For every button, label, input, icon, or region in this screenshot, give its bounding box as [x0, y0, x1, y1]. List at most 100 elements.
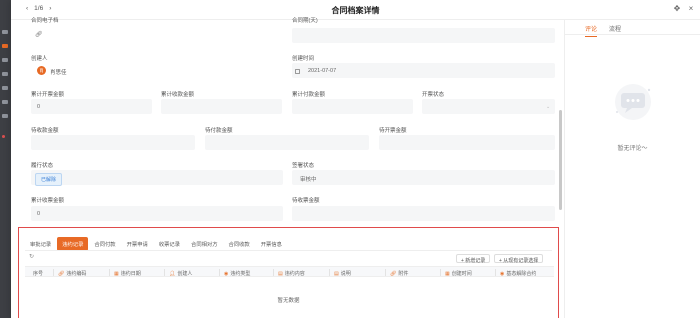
paperclip-icon[interactable]: 🔗︎: [35, 31, 43, 38]
pending-payment-field[interactable]: [205, 135, 369, 150]
invoiced-amount-field[interactable]: 0: [31, 99, 152, 114]
column-divider: [329, 269, 330, 276]
column-divider: [219, 269, 220, 276]
scrollbar[interactable]: [559, 110, 562, 210]
col-creator: 👤︎ 创建人: [169, 270, 192, 277]
invoice-status-select[interactable]: [422, 99, 555, 114]
field-label-pending-payment: 待付款金额: [205, 128, 233, 134]
col-terminate-contract: ◉ 基态解除合约: [500, 270, 536, 277]
empty-comments-text: 暂无评论～: [617, 146, 648, 152]
column-divider: [53, 269, 54, 276]
col-description: ▤ 说明: [334, 270, 351, 277]
field-label-pending-invoice: 待开票金额: [379, 128, 407, 134]
radio-icon: ◉: [224, 270, 229, 277]
nav-icon[interactable]: [2, 86, 8, 90]
contract-period-field[interactable]: [292, 28, 555, 43]
related-tabs: 审批记录 违约记录 合同付款 开票申请 收票记录 合同相对方 合同收款 开票信息: [25, 237, 287, 251]
approval-status-field[interactable]: 审核中: [292, 170, 555, 185]
creator-name: 肖思佳: [50, 70, 67, 76]
nav-icon-active[interactable]: [2, 44, 8, 48]
status-badge: 已解除: [35, 173, 63, 186]
perform-status-field[interactable]: [31, 170, 283, 185]
tab-divider: [25, 250, 552, 251]
tab-contract-payment[interactable]: 合同付款: [89, 237, 120, 251]
col-create-time: ▦ 创建时间: [445, 270, 472, 277]
contract-detail-drawer: ‹ 1/6 › 合同档案详情 ✥ × 合同电子档 合同期(天) 🔗︎ 创建人 创…: [11, 0, 700, 318]
text-icon: ▤: [278, 270, 283, 277]
column-divider: [164, 269, 165, 276]
column-divider: [109, 269, 110, 276]
field-label-perform-status: 履行状态: [31, 163, 54, 169]
field-label-paid: 累计付款金额: [292, 92, 326, 98]
nav-icon[interactable]: [2, 30, 8, 34]
link-icon: 🔗︎: [58, 270, 65, 277]
pending-receipt-field[interactable]: [31, 135, 195, 150]
avatar: 肖: [37, 66, 46, 75]
invoice-received-field[interactable]: 0: [31, 206, 283, 221]
tab-approval-records[interactable]: 审批记录: [25, 237, 56, 251]
puzzle-icon[interactable]: ✥: [673, 5, 681, 13]
col-label: 违约类型: [230, 270, 251, 277]
nav-icon[interactable]: [2, 100, 8, 104]
refresh-icon[interactable]: ↻: [29, 253, 34, 260]
radio-icon: ◉: [500, 270, 505, 277]
tab-counterparty[interactable]: 合同相对方: [186, 237, 223, 251]
column-divider: [273, 269, 274, 276]
table-header: 序号 🔗︎ 违约编码 ▦ 违约日期 👤︎ 创建人 ◉ 违约类型 ▤ 违约内容 ▤ 说明 🔗︎…: [25, 266, 554, 277]
col-attachment: 🔗︎ 附件: [390, 270, 408, 277]
paid-amount-field[interactable]: [292, 99, 413, 114]
add-record-button[interactable]: + 新增记录: [456, 254, 491, 264]
received-amount-field[interactable]: [161, 99, 282, 114]
tab-breach-records[interactable]: 违约记录: [57, 237, 89, 251]
column-divider: [385, 269, 386, 276]
select-existing-button[interactable]: + 从现有记录选择: [494, 254, 544, 264]
col-breach-content: ▤ 违约内容: [278, 270, 305, 277]
col-label: 创建时间: [451, 270, 472, 277]
calendar-icon: ▦: [114, 270, 119, 277]
col-breach-code: 🔗︎ 违约编码: [58, 270, 86, 277]
sidebar-tabs: 评论 流程: [585, 24, 621, 37]
create-time-field[interactable]: 2021-07-07: [292, 63, 555, 78]
textarea-icon: ▤: [334, 270, 339, 277]
chat-bubble-icon: [615, 84, 651, 120]
chevron-down-icon[interactable]: ⌄: [546, 104, 550, 110]
column-divider: [495, 269, 496, 276]
col-label: 创建人: [177, 270, 193, 277]
tab-invoice-request[interactable]: 开票申请: [122, 237, 153, 251]
tab-contract-receipt[interactable]: 合同收款: [224, 237, 255, 251]
col-label: 违约编码: [66, 270, 87, 277]
tab-invoice-received[interactable]: 收票记录: [154, 237, 185, 251]
tab-invoice-info[interactable]: 开票信息: [256, 237, 287, 251]
col-breach-type: ◉ 违约类型: [224, 270, 250, 277]
col-index: 序号: [33, 270, 44, 277]
field-label-invoice-status: 开票状态: [422, 92, 445, 98]
nav-icon[interactable]: [2, 58, 8, 62]
col-label: 附件: [398, 270, 409, 277]
user-icon: 👤︎: [169, 270, 176, 277]
field-label-invoiced: 累计开票金额: [31, 92, 65, 98]
page-title: 合同档案详情: [331, 6, 380, 15]
alert-dot-icon: [2, 135, 5, 138]
pending-invoice-receipt-field[interactable]: [292, 206, 555, 221]
calendar-icon: [295, 69, 300, 74]
col-label: 说明: [340, 270, 351, 277]
col-label: 违约内容: [284, 270, 305, 277]
nav-icon[interactable]: [2, 72, 8, 76]
field-label-creator: 创建人: [31, 56, 48, 62]
related-records-panel: 审批记录 违约记录 合同付款 开票申请 收票记录 合同相对方 合同收款 开票信息…: [18, 227, 559, 318]
tab-comments[interactable]: 评论: [585, 24, 598, 37]
field-label-invoice-received: 累计收票金额: [31, 198, 65, 204]
column-divider: [440, 269, 441, 276]
pending-invoice-field[interactable]: [379, 135, 555, 150]
close-icon[interactable]: ×: [687, 5, 695, 13]
field-label-received: 累计收款金额: [161, 92, 195, 98]
nav-icon[interactable]: [2, 114, 8, 118]
drawer-header: ‹ 1/6 › 合同档案详情 ✥ ×: [11, 0, 700, 20]
col-label: 基态解除合约: [506, 270, 537, 277]
field-label-create-time: 创建时间: [292, 56, 315, 62]
paperclip-icon: 🔗︎: [390, 270, 397, 277]
field-label-pending-invoice-receipt: 待收票金额: [292, 198, 320, 204]
field-label-pending-receipt: 待收款金额: [31, 128, 59, 134]
col-label: 违约日期: [120, 270, 141, 277]
tab-workflow[interactable]: 流程: [609, 24, 621, 37]
